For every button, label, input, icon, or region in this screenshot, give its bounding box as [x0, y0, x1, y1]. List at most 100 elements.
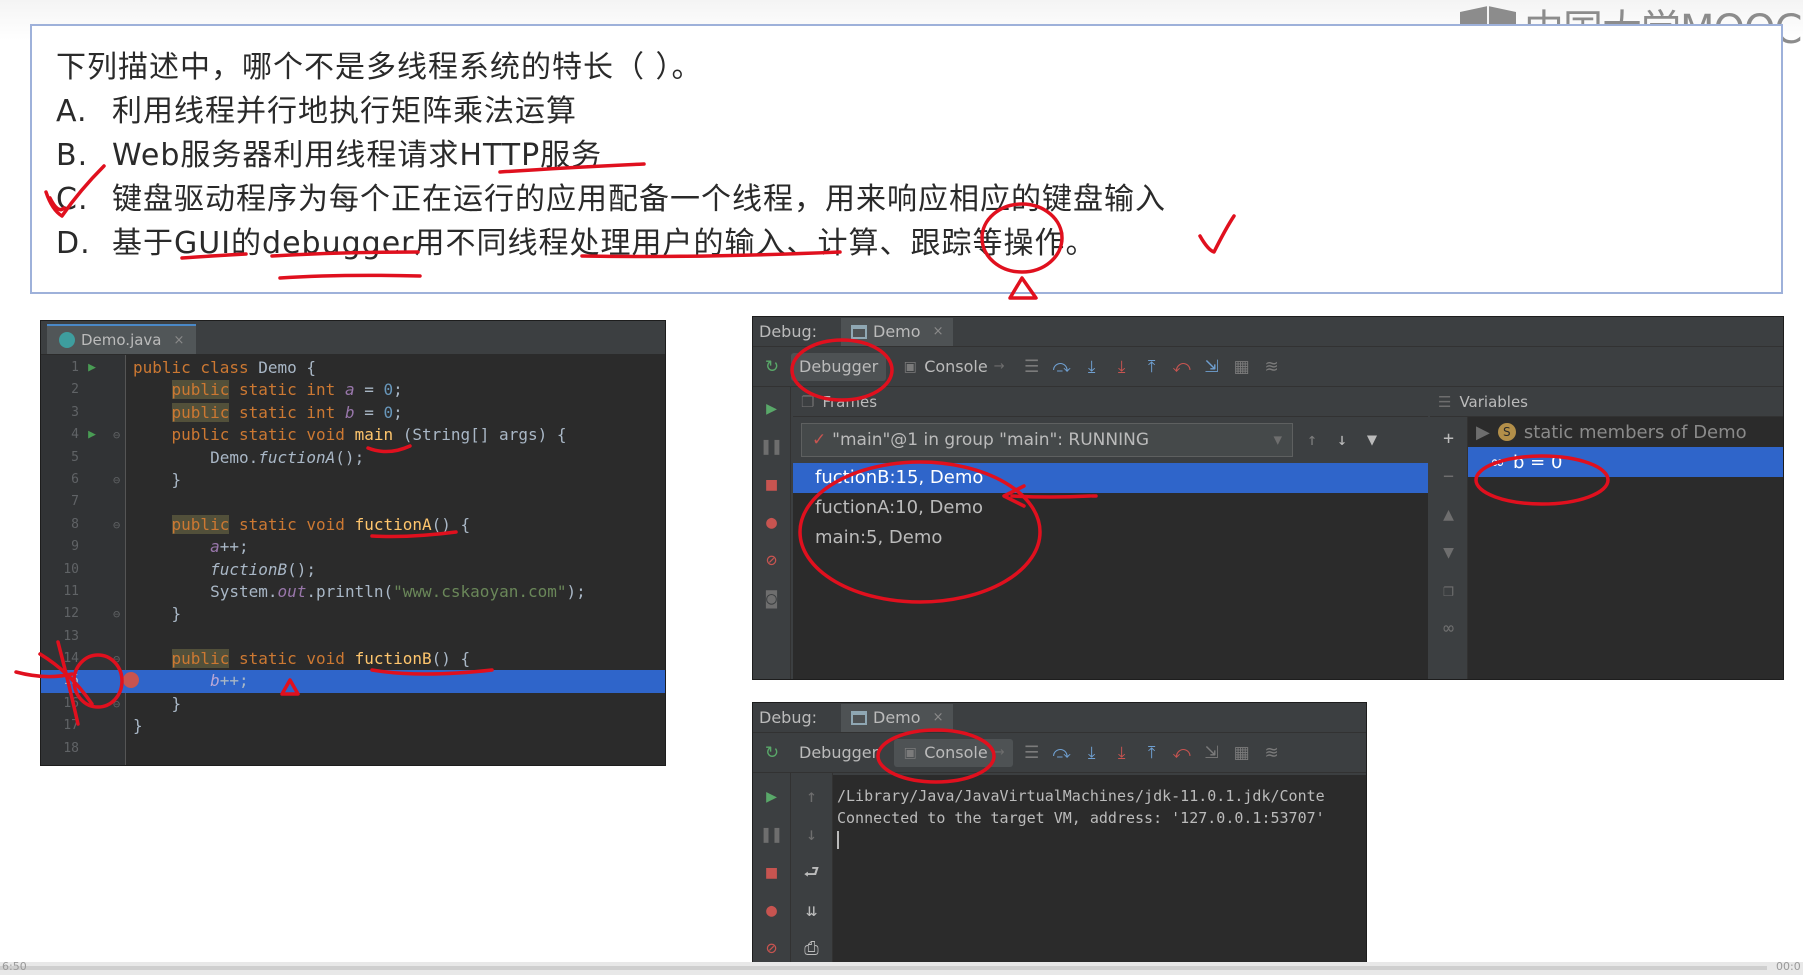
camera-icon[interactable]: ◙	[760, 587, 784, 611]
question-box: 下列描述中，哪个不是多线程系统的特长（ ）。 A. 利用线程并行地执行矩阵乘法运算…	[30, 24, 1783, 294]
pause-icon[interactable]: ❚❚	[760, 435, 784, 459]
arrow-down-icon[interactable]: ↓	[800, 823, 824, 847]
debug-header: Debug: Demo ×	[753, 317, 1783, 347]
console-side-toolbar: ↑ ↓ ⮐ ⇊ ⎙	[791, 773, 833, 974]
option-text: 基于GUI的debugger用不同线程处理用户的输入、计算、跟踪等操作。	[112, 226, 1097, 261]
step-out-icon[interactable]: ⤒	[1141, 742, 1163, 764]
arrow-up-icon[interactable]: ↑	[1301, 429, 1323, 451]
close-icon[interactable]: ×	[933, 324, 944, 339]
editor-tab-label: Demo.java	[81, 331, 162, 349]
console-icon: ▣	[903, 744, 917, 761]
tab-console[interactable]: ▣ Console →	[894, 353, 1012, 381]
app-icon	[851, 710, 868, 725]
move-down-icon[interactable]: ▼	[1437, 541, 1461, 565]
frames-pane: ❐ Frames ✓ "main"@1 in group "main": RUN…	[793, 387, 1428, 679]
filter-icon[interactable]: ▼	[1361, 429, 1383, 451]
code-line: 18	[63, 740, 79, 756]
field-icon: ∞	[1490, 451, 1505, 473]
code-area[interactable]: 1 ▶ public class Demo { 2 public static in…	[41, 357, 665, 760]
code-line: 17}	[63, 716, 143, 736]
debug-run-tab[interactable]: Demo ×	[841, 703, 954, 732]
scroll-to-end-icon[interactable]: ⇊	[800, 899, 824, 923]
resume-icon[interactable]: ▶	[760, 397, 784, 421]
variables-side-toolbar: + − ▲ ▼ ❐ ∞	[1430, 417, 1468, 679]
view-breakpoints-icon[interactable]: ●	[760, 511, 784, 535]
step-over-icon[interactable]: ⤼	[1051, 356, 1073, 378]
frame-item[interactable]: main:5, Demo	[793, 523, 1428, 553]
add-icon[interactable]: +	[1437, 427, 1461, 451]
tab-console[interactable]: ▣ Console →	[894, 738, 1013, 767]
code-line: 16 ⊖ }	[63, 693, 182, 713]
chevron-down-icon: ▾	[1273, 430, 1282, 450]
rerun-icon[interactable]: ↻	[761, 742, 783, 764]
resume-icon[interactable]: ▶	[760, 785, 784, 809]
variable-static-row[interactable]: ▶ S static members of Demo	[1468, 417, 1783, 447]
mute-breakpoints-icon[interactable]: ⊘	[760, 549, 784, 573]
menu-icon[interactable]: ☰	[1021, 742, 1043, 764]
editor-tabs: Demo.java ×	[41, 321, 665, 355]
frame-item[interactable]: fuctionA:10, Demo	[793, 493, 1428, 523]
frame-list: fuctionB:15, Demo fuctionA:10, Demo main…	[793, 463, 1428, 679]
debug-header: Debug: Demo ×	[753, 703, 1366, 733]
frame-item[interactable]: fuctionB:15, Demo	[793, 463, 1428, 493]
option-text: Web服务器利用线程请求HTTP服务	[112, 138, 603, 173]
drop-frame-icon[interactable]: ⤺	[1171, 356, 1193, 378]
close-icon[interactable]: ×	[933, 710, 944, 725]
evaluate-icon[interactable]: ▦	[1231, 356, 1253, 378]
trace-icon[interactable]: ≋	[1261, 742, 1283, 764]
time-total: 00:0	[1776, 960, 1801, 973]
run-tab-label: Demo	[873, 708, 921, 727]
editor-tab-demo[interactable]: Demo.java ×	[47, 324, 197, 354]
stop-icon[interactable]: ■	[760, 861, 784, 885]
arrow-up-icon[interactable]: ↑	[800, 785, 824, 809]
run-to-cursor-icon[interactable]: ⇲	[1201, 356, 1223, 378]
variable-row[interactable]: ∞ b = 0	[1468, 447, 1783, 477]
view-breakpoints-icon[interactable]: ●	[760, 899, 784, 923]
mute-breakpoints-icon[interactable]: ⊘	[760, 937, 784, 961]
print-icon[interactable]: ⎙	[800, 937, 824, 961]
video-progress-bar[interactable]	[0, 962, 1803, 975]
evaluate-icon[interactable]: ▦	[1231, 742, 1253, 764]
debug-side-toolbar: ▶ ❚❚ ■ ● ⊘	[753, 773, 791, 974]
variable-label: b = 0	[1513, 451, 1563, 473]
debug-toolbar: ↻ Debugger ▣ Console → ☰ ⤼ ⤓ ⤓ ⤒ ⤺ ⇲ ▦ ≋	[753, 347, 1783, 387]
copy-icon[interactable]: ❐	[1437, 579, 1461, 603]
close-icon[interactable]: ×	[174, 333, 185, 348]
step-out-icon[interactable]: ⤒	[1141, 356, 1163, 378]
menu-icon[interactable]: ☰	[1021, 356, 1043, 378]
tab-debugger[interactable]: Debugger	[791, 352, 887, 381]
stop-icon[interactable]: ■	[760, 473, 784, 497]
code-line: 7	[71, 494, 79, 510]
console-output[interactable]: /Library/Java/JavaVirtualMachines/jdk-11…	[833, 775, 1366, 974]
debug-console-panel: Debug: Demo × ↻ Debugger ▣ Console → ☰ ⤼ ⤓…	[752, 702, 1367, 975]
watches-icon[interactable]: ∞	[1437, 617, 1461, 641]
pause-icon[interactable]: ❚❚	[760, 823, 784, 847]
force-step-into-icon[interactable]: ⤓	[1111, 356, 1133, 378]
force-step-into-icon[interactable]: ⤓	[1111, 742, 1133, 764]
debug-run-tab[interactable]: Demo ×	[841, 317, 954, 346]
step-over-icon[interactable]: ⤼	[1051, 742, 1073, 764]
app-icon	[851, 324, 868, 339]
move-up-icon[interactable]: ▲	[1437, 503, 1461, 527]
static-icon: S	[1497, 423, 1516, 441]
code-line: 12 ⊖ }	[63, 604, 182, 624]
debug-toolbar: ↻ Debugger ▣ Console → ☰ ⤼ ⤓ ⤓ ⤒ ⤺ ⇲ ▦ ≋	[753, 733, 1366, 773]
remove-icon[interactable]: −	[1437, 465, 1461, 489]
question-stem: 下列描述中，哪个不是多线程系统的特长（ ）。	[56, 50, 703, 85]
variables-title: ☰ Variables	[1430, 387, 1783, 417]
code-line-current: 15 b++;	[41, 670, 665, 693]
step-into-icon[interactable]: ⤓	[1081, 742, 1103, 764]
soft-wrap-icon[interactable]: ⮐	[800, 861, 824, 885]
trace-icon[interactable]: ≋	[1261, 356, 1283, 378]
tab-debugger[interactable]: Debugger	[791, 739, 886, 767]
expand-icon: ▶	[1476, 421, 1490, 443]
run-to-cursor-icon[interactable]: ⇲	[1201, 742, 1223, 764]
rerun-icon[interactable]: ↻	[761, 356, 783, 378]
drop-frame-icon[interactable]: ⤺	[1171, 742, 1193, 764]
lecture-frame: 中国大学MOOC 下列描述中，哪个不是多线程系统的特长（ ）。 A.利用线程并行…	[0, 0, 1803, 975]
variables-pane: ☰ Variables + − ▲ ▼ ❐ ∞ ▶ S static membe…	[1430, 387, 1783, 679]
code-line: 14 ⊖ public static void fuctionB() {	[63, 649, 471, 669]
arrow-down-icon[interactable]: ↓	[1331, 429, 1353, 451]
step-into-icon[interactable]: ⤓	[1081, 356, 1103, 378]
thread-select[interactable]: ✓ "main"@1 in group "main": RUNNING ▾	[801, 423, 1293, 457]
